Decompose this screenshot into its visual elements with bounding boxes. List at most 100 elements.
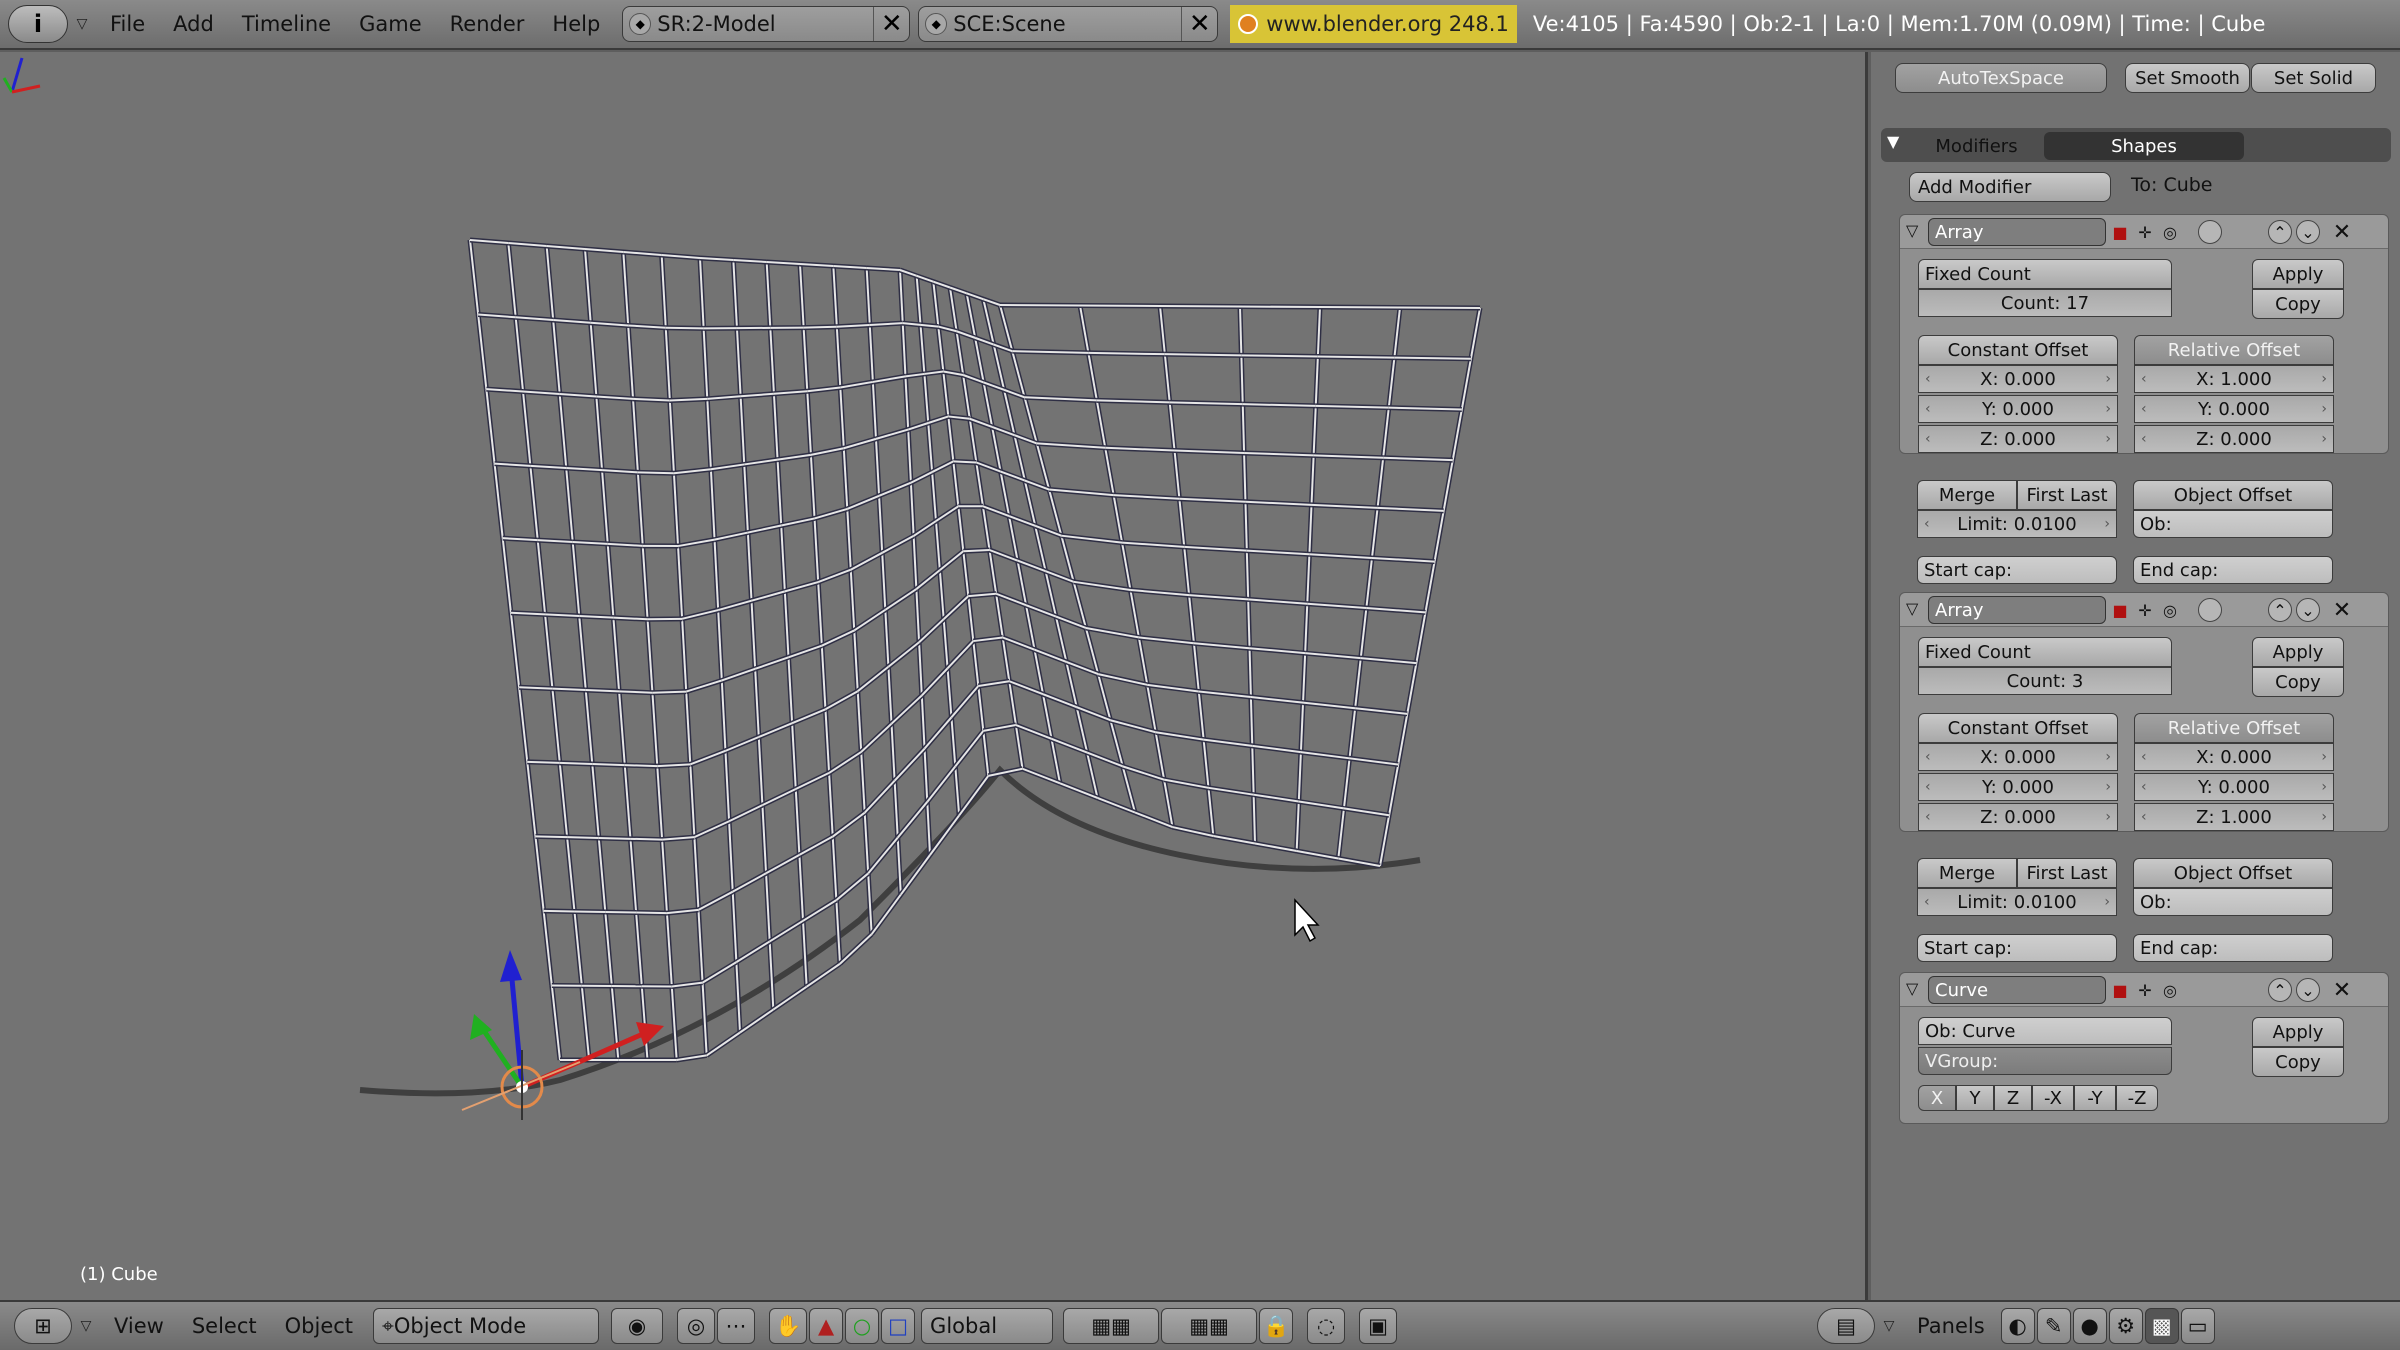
menu-file[interactable]: File: [96, 12, 159, 36]
constant-z-field[interactable]: ‹ Z: 0.000 ›: [1918, 425, 2118, 453]
editmode-toggle-icon[interactable]: ✛: [2133, 220, 2157, 244]
chevron-down-icon[interactable]: ▽: [1875, 1318, 1903, 1334]
shading-context-icon[interactable]: ●: [2072, 1308, 2107, 1344]
opengl-render-icon[interactable]: ▣: [1359, 1308, 1398, 1344]
apply-on-cage-icon[interactable]: [2198, 598, 2222, 622]
fit-type-menu[interactable]: Fixed Count: [1918, 259, 2172, 289]
deform-axis-neg-x[interactable]: -X: [2032, 1085, 2074, 1111]
apply-button[interactable]: Apply: [2252, 259, 2344, 289]
deform-axis-x[interactable]: X: [1918, 1085, 1956, 1111]
editing-context-icon[interactable]: ▩: [2144, 1308, 2179, 1344]
curve-object-field[interactable]: Ob: Curve: [1918, 1017, 2172, 1045]
constant-x-value[interactable]: X: 0.000: [1980, 747, 2056, 768]
set-solid-button[interactable]: Set Solid: [2251, 63, 2376, 93]
cage-toggle-icon[interactable]: ◎: [2158, 220, 2182, 244]
mode-selector[interactable]: ⌖ Object Mode: [373, 1308, 600, 1344]
orientation-selector[interactable]: Global: [921, 1308, 1054, 1344]
constant-y-field[interactable]: ‹ Y: 0.000 ›: [1918, 395, 2118, 423]
move-up-icon[interactable]: ⌃: [2268, 978, 2292, 1002]
layers-row-1-icon[interactable]: ▦▦: [1063, 1308, 1160, 1344]
constant-x-field[interactable]: ‹ X: 0.000 ›: [1918, 743, 2118, 771]
editmode-toggle-icon[interactable]: ✛: [2133, 978, 2157, 1002]
collapse-triangle-icon[interactable]: ▽: [1906, 221, 1918, 240]
start-cap-field[interactable]: Start cap:: [1917, 934, 2117, 962]
relative-z-field[interactable]: ‹ Z: 1.000 ›: [2134, 803, 2334, 831]
close-icon[interactable]: ✕: [873, 7, 909, 41]
scale-icon[interactable]: □: [881, 1308, 916, 1344]
move-down-icon[interactable]: ⌄: [2296, 978, 2320, 1002]
close-icon[interactable]: ✕: [1181, 7, 1217, 41]
constant-y-value[interactable]: Y: 0.000: [1982, 399, 2054, 420]
move-up-icon[interactable]: ⌃: [2268, 220, 2292, 244]
buttons-editor-type-icon[interactable]: ▤: [1817, 1308, 1876, 1344]
menu-render[interactable]: Render: [436, 12, 539, 36]
mesh-view[interactable]: [0, 52, 1868, 1300]
count-value[interactable]: Count: 3: [2007, 671, 2084, 692]
layers-row-2-icon[interactable]: ▦▦: [1161, 1308, 1258, 1344]
offset-object-field[interactable]: Ob:: [2133, 510, 2333, 538]
autotexspace-button[interactable]: AutoTexSpace: [1895, 63, 2107, 93]
menu-timeline[interactable]: Timeline: [228, 12, 345, 36]
panel-collapse-icon[interactable]: ▼: [1887, 132, 1899, 151]
script-context-icon[interactable]: ✎: [2036, 1308, 2071, 1344]
constant-z-value[interactable]: Z: 0.000: [1980, 807, 2056, 828]
relative-offset-toggle[interactable]: Relative Offset: [2134, 713, 2334, 743]
relative-x-value[interactable]: X: 1.000: [2196, 369, 2272, 390]
copy-button[interactable]: Copy: [2252, 667, 2344, 697]
relative-x-field[interactable]: ‹ X: 0.000 ›: [2134, 743, 2334, 771]
relative-x-value[interactable]: X: 0.000: [2196, 747, 2272, 768]
object-offset-toggle[interactable]: Object Offset: [2133, 858, 2333, 888]
move-down-icon[interactable]: ⌄: [2296, 598, 2320, 622]
relative-y-value[interactable]: Y: 0.000: [2198, 777, 2270, 798]
modifier-name-field[interactable]: Array: [1928, 596, 2106, 624]
collapse-triangle-icon[interactable]: ▽: [1906, 979, 1918, 998]
end-cap-field[interactable]: End cap:: [2133, 556, 2333, 584]
tab-modifiers[interactable]: Modifiers: [1909, 132, 2044, 160]
relative-offset-toggle[interactable]: Relative Offset: [2134, 335, 2334, 365]
info-icon[interactable]: i: [8, 5, 68, 43]
draw-type-icon[interactable]: ◉: [611, 1308, 664, 1344]
screen-selector[interactable]: ◆ SR:2-Model ✕: [622, 6, 911, 42]
merge-limit-field[interactable]: ‹ Limit: 0.0100 ›: [1917, 510, 2117, 538]
copy-button[interactable]: Copy: [2252, 289, 2344, 319]
render-preview-icon[interactable]: ◌: [1307, 1308, 1346, 1344]
deform-axis-y[interactable]: Y: [1956, 1085, 1994, 1111]
mode-label[interactable]: Object Mode: [394, 1314, 526, 1338]
cage-toggle-icon[interactable]: ◎: [2158, 978, 2182, 1002]
transform-manipulator[interactable]: [461, 950, 664, 1120]
object-context-icon[interactable]: ⚙: [2108, 1308, 2143, 1344]
collapse-triangle-icon[interactable]: ▽: [1906, 599, 1918, 618]
relative-y-field[interactable]: ‹ Y: 0.000 ›: [2134, 395, 2334, 423]
scene-name[interactable]: SCE:Scene: [953, 12, 1181, 36]
rotate-icon[interactable]: ○: [845, 1308, 880, 1344]
remove-modifier-icon[interactable]: ✕: [2330, 978, 2354, 1003]
menu-select[interactable]: Select: [178, 1314, 271, 1338]
editmode-toggle-icon[interactable]: ✛: [2133, 598, 2157, 622]
count-field[interactable]: Count: 3: [1918, 667, 2172, 695]
merge-toggle[interactable]: Merge: [1917, 858, 2017, 888]
apply-on-cage-icon[interactable]: [2198, 220, 2222, 244]
relative-z-value[interactable]: Z: 1.000: [2196, 807, 2272, 828]
add-modifier-menu[interactable]: Add Modifier: [1909, 172, 2111, 202]
constant-y-value[interactable]: Y: 0.000: [1982, 777, 2054, 798]
lock-icon[interactable]: 🔒: [1259, 1308, 1294, 1344]
menu-object[interactable]: Object: [271, 1314, 367, 1338]
logic-context-icon[interactable]: ◐: [2000, 1308, 2035, 1344]
count-field[interactable]: Count: 17: [1918, 289, 2172, 317]
snap-icon[interactable]: ⋯: [717, 1308, 756, 1344]
merge-limit-field[interactable]: ‹ Limit: 0.0100 ›: [1917, 888, 2117, 916]
offset-object-field[interactable]: Ob:: [2133, 888, 2333, 916]
tab-shapes[interactable]: Shapes: [2044, 132, 2244, 160]
relative-z-value[interactable]: Z: 0.000: [2196, 429, 2272, 450]
panels-menu[interactable]: Panels: [1903, 1314, 1999, 1338]
3d-viewport[interactable]: (1) Cube: [0, 52, 1868, 1300]
fit-type-menu[interactable]: Fixed Count: [1918, 637, 2172, 667]
deform-axis-neg-z[interactable]: -Z: [2116, 1085, 2158, 1111]
constant-x-field[interactable]: ‹ X: 0.000 ›: [1918, 365, 2118, 393]
apply-button[interactable]: Apply: [2252, 1017, 2344, 1047]
end-cap-field[interactable]: End cap:: [2133, 934, 2333, 962]
deform-axis-z[interactable]: Z: [1994, 1085, 2032, 1111]
constant-offset-toggle[interactable]: Constant Offset: [1918, 335, 2118, 365]
copy-button[interactable]: Copy: [2252, 1047, 2344, 1077]
relative-z-field[interactable]: ‹ Z: 0.000 ›: [2134, 425, 2334, 453]
